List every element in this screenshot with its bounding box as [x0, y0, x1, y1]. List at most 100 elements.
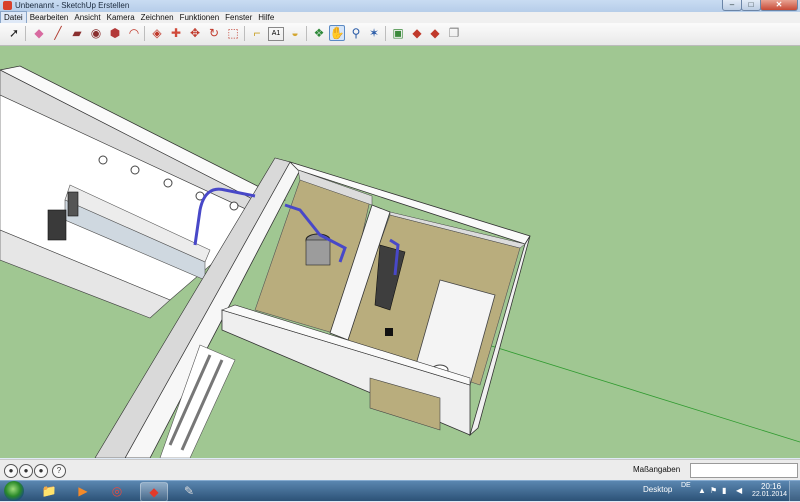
geo-location-icon[interactable]: ●: [4, 464, 18, 478]
menu-kamera[interactable]: Kamera: [104, 12, 138, 23]
floor-drain: [385, 328, 393, 336]
toolbar-separator: [144, 26, 145, 41]
gimp-taskbar-icon: ✎: [183, 484, 195, 498]
pan-tool-button[interactable]: ✋: [329, 25, 345, 41]
3d-warehouse-icon: ▣: [392, 26, 404, 40]
push-pull-tool-button[interactable]: ◈: [149, 25, 165, 41]
text-tool-icon: A1: [271, 30, 281, 37]
scale-tool-button[interactable]: ⬚: [225, 25, 241, 41]
scale-tool-icon: ⬚: [227, 26, 239, 40]
explorer-taskbar-icon: 📁: [41, 484, 57, 498]
orbit-tool-icon: ❖: [313, 26, 325, 40]
faucet: [229, 201, 239, 211]
network-icon[interactable]: ▮: [722, 486, 726, 495]
explorer-taskbar-button[interactable]: 📁: [36, 482, 62, 500]
faucet: [163, 178, 173, 188]
dispenser: [67, 191, 79, 217]
show-desktop-button[interactable]: [789, 481, 800, 501]
dispenser: [47, 209, 67, 241]
follow-me-tool-button[interactable]: ✚: [168, 25, 184, 41]
menu-funktionen[interactable]: Funktionen: [177, 12, 223, 23]
share-model-button[interactable]: ◆: [409, 25, 425, 41]
media-player-taskbar-icon: ▶: [78, 484, 88, 498]
3d-warehouse-button[interactable]: ▣: [390, 25, 406, 41]
rectangle-tool-button[interactable]: ▰: [69, 25, 85, 41]
faucet: [130, 165, 140, 175]
polygon-tool-button[interactable]: ⬢: [107, 25, 123, 41]
paint-bucket-tool-button[interactable]: ◒: [287, 25, 303, 41]
windows-taskbar: 📁 ▶ ◎ ◆ ✎ Desktop DE ▲ ⚑ ▮ ◀ 20:16 22.01…: [0, 480, 800, 502]
text-tool-button[interactable]: A1: [268, 27, 284, 41]
toolbar-separator: [244, 26, 245, 41]
help-icon[interactable]: ?: [52, 464, 66, 478]
tray-arrow-icon[interactable]: ▲: [698, 486, 706, 495]
circle-tool-button[interactable]: ◉: [88, 25, 104, 41]
sketchup-taskbar-icon: ◆: [149, 485, 159, 499]
sketchup-app-icon: [3, 1, 12, 10]
line-tool-button[interactable]: ╱: [50, 25, 66, 41]
share-model-icon: ◆: [412, 26, 422, 40]
rectangle-tool-icon: ▰: [72, 26, 82, 40]
gimp-taskbar-button[interactable]: ✎: [176, 482, 202, 500]
polygon-tool-icon: ⬢: [109, 26, 121, 40]
menu-fenster[interactable]: Fenster: [222, 12, 255, 23]
zoom-extents-tool-icon: ✶: [368, 26, 380, 40]
pencil-line-tool-icon: ╱: [54, 26, 62, 40]
sketchup-taskbar-button[interactable]: ◆: [140, 482, 168, 502]
start-button[interactable]: [4, 481, 24, 501]
zoom-tool-button[interactable]: ⚲: [348, 25, 364, 41]
get-models-button[interactable]: ◆: [427, 25, 443, 41]
user-icon[interactable]: ●: [34, 464, 48, 478]
toolbar-separator: [25, 26, 26, 41]
chrome-taskbar-button[interactable]: ◎: [104, 482, 130, 500]
measurements-label: Maßangaben: [633, 465, 681, 474]
model-canvas[interactable]: [0, 46, 800, 458]
menu-ansicht[interactable]: Ansicht: [71, 12, 103, 23]
zoom-tool-icon: ⚲: [351, 26, 361, 40]
select-tool-icon: ➚: [8, 26, 20, 40]
rotate-tool-icon: ↻: [208, 26, 220, 40]
clock-time[interactable]: 20:16: [761, 482, 781, 491]
desktop-toolbar-label[interactable]: Desktop: [643, 485, 672, 494]
push-pull-tool-icon: ◈: [152, 26, 162, 40]
move-tool-button[interactable]: ✥: [187, 25, 203, 41]
faucet: [98, 155, 108, 165]
extension-warehouse-button[interactable]: ❐: [446, 25, 462, 41]
paint-bucket-tool-icon: ◒: [291, 26, 299, 40]
tape-measure-tool-button[interactable]: ⌐: [249, 25, 265, 41]
pan-tool-icon: ✋: [329, 26, 345, 40]
status-bar: ● ● ● ? Maßangaben: [0, 459, 800, 481]
orbit-tool-button[interactable]: ❖: [311, 25, 327, 41]
rotate-tool-button[interactable]: ↻: [206, 25, 222, 41]
follow-me-tool-icon: ✚: [170, 26, 182, 40]
zoom-extents-tool-button[interactable]: ✶: [366, 25, 382, 41]
minimize-button[interactable]: –: [722, 0, 742, 11]
credits-icon[interactable]: ●: [19, 464, 33, 478]
menu-bearbeiten[interactable]: Bearbeiten: [27, 12, 72, 23]
close-button[interactable]: ✕: [760, 0, 798, 11]
arc-tool-button[interactable]: ◠: [126, 25, 142, 41]
move-tool-icon: ✥: [189, 26, 201, 40]
toolbar-separator: [385, 26, 386, 41]
eraser-tool-icon: ◆: [34, 26, 44, 40]
language-indicator[interactable]: DE: [681, 482, 691, 489]
water-tank: [305, 239, 331, 266]
3d-viewport[interactable]: [0, 46, 800, 458]
eraser-tool-button[interactable]: ◆: [31, 25, 47, 41]
extension-warehouse-icon: ❐: [448, 26, 460, 40]
menu-zeichnen[interactable]: Zeichnen: [138, 12, 177, 23]
main-toolbar: ➚ ◆ ╱ ▰ ◉ ⬢ ◠ ◈ ✚ ✥ ↻ ⬚ ⌐ A1 ◒ ❖ ✋ ⚲ ✶ ▣…: [0, 23, 800, 46]
toolbar-separator: [306, 26, 307, 41]
menu-hilfe[interactable]: Hilfe: [255, 12, 277, 23]
arc-tool-icon: ◠: [128, 26, 140, 40]
window-title: Unbenannt - SketchUp Erstellen: [15, 1, 130, 10]
measurements-input[interactable]: [690, 463, 798, 478]
tape-measure-tool-icon: ⌐: [253, 26, 261, 40]
chrome-taskbar-icon: ◎: [111, 484, 123, 498]
clock-date[interactable]: 22.01.2014: [752, 491, 787, 498]
maximize-button[interactable]: □: [741, 0, 761, 11]
select-tool-button[interactable]: ➚: [6, 25, 22, 41]
flag-icon[interactable]: ⚑: [710, 486, 717, 495]
media-player-taskbar-button[interactable]: ▶: [70, 482, 96, 500]
volume-icon[interactable]: ◀: [736, 486, 742, 495]
